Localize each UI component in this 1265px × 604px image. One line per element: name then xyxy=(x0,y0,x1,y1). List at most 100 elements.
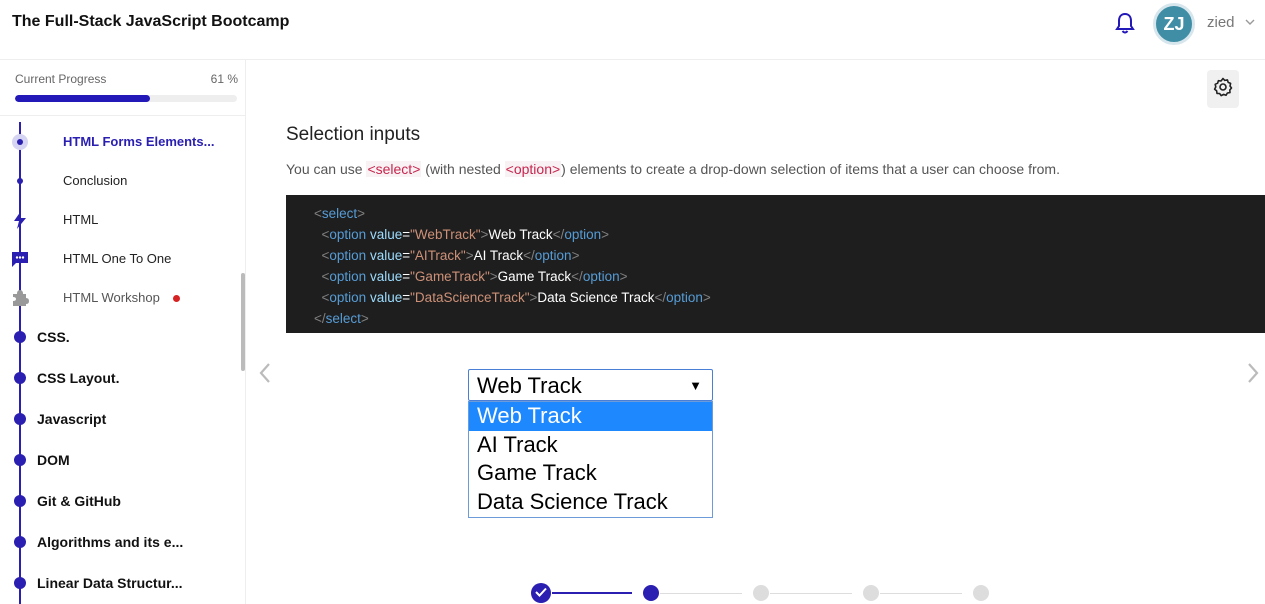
select-option[interactable]: AI Track xyxy=(469,431,712,460)
sidebar-item-label: Conclusion xyxy=(63,173,128,188)
main-content: Selection inputs You can use <select> (w… xyxy=(246,60,1265,604)
sidebar-item-label: HTML One To One xyxy=(63,251,172,266)
code-token: option xyxy=(534,248,572,263)
code-token: option xyxy=(564,227,602,242)
timeline-dot xyxy=(11,574,29,592)
code-line: <option value="WebTrack">Web Track</opti… xyxy=(321,227,609,242)
code-token: value xyxy=(369,269,403,284)
step[interactable] xyxy=(753,585,769,601)
chevron-right-icon[interactable] xyxy=(1246,360,1260,391)
lesson-stepper xyxy=(530,582,1000,604)
progress-bar xyxy=(15,95,237,102)
select-dropdown-list: Web Track AI Track Game Track Data Scien… xyxy=(468,401,713,518)
sidebar-scrollbar[interactable] xyxy=(241,273,245,371)
timeline-dot xyxy=(11,369,29,387)
section-title: Selection inputs xyxy=(286,124,421,145)
sidebar-item-linear-data-structures[interactable]: Linear Data Structur... xyxy=(0,564,240,603)
step-current[interactable] xyxy=(643,585,659,601)
sidebar-item-javascript[interactable]: Javascript xyxy=(0,400,240,439)
timeline-dot xyxy=(11,492,29,510)
sidebar-item-dom[interactable]: DOM xyxy=(0,441,240,480)
section-description: You can use <select> (with nested <optio… xyxy=(286,161,1060,177)
sidebar-item-label: Git & GitHub xyxy=(37,493,121,509)
gear-icon xyxy=(1213,77,1233,102)
track-select[interactable]: Web Track ▼ xyxy=(468,369,713,401)
code-token: "DataScienceTrack" xyxy=(410,290,530,305)
sidebar-item-label: CSS. xyxy=(37,329,70,345)
app-title: The Full-Stack JavaScript Bootcamp xyxy=(12,13,290,30)
code-token: "AITrack" xyxy=(410,248,466,263)
timeline-dot xyxy=(11,410,29,428)
stepper-connector xyxy=(880,593,962,594)
code-token: "WebTrack" xyxy=(410,227,481,242)
code-token: Game Track xyxy=(497,269,572,284)
step[interactable] xyxy=(863,585,879,601)
step-completed[interactable] xyxy=(531,583,551,603)
sidebar-item-label: CSS Layout. xyxy=(37,370,120,386)
timeline-dot xyxy=(11,328,29,346)
code-token: option xyxy=(329,248,367,263)
chat-icon xyxy=(11,250,29,268)
code-token: select xyxy=(325,311,361,326)
progress-bar-fill xyxy=(15,95,151,102)
sidebar-item-label: Javascript xyxy=(37,411,107,427)
code-token: option xyxy=(329,227,367,242)
sidebar-item-git-github[interactable]: Git & GitHub xyxy=(0,482,240,521)
desc-text: ) elements to create a drop-down selecti… xyxy=(561,161,1060,177)
sidebar-item-html[interactable]: HTML xyxy=(0,201,240,240)
sidebar-item-label: HTML Workshop xyxy=(63,290,160,305)
lightning-icon xyxy=(11,211,29,229)
code-token: Data Science Track xyxy=(537,290,655,305)
select-option[interactable]: Game Track xyxy=(469,459,712,488)
select-value: Web Track xyxy=(477,373,582,398)
code-token: option xyxy=(582,269,620,284)
chevron-left-icon[interactable] xyxy=(258,360,272,391)
sidebar-item-html-one-to-one[interactable]: HTML One To One xyxy=(0,240,240,279)
desc-text: (with nested xyxy=(421,161,505,177)
code-block: <select> <option value="WebTrack">Web Tr… xyxy=(286,195,1265,333)
inline-code: <select> xyxy=(366,161,422,177)
code-token: option xyxy=(329,269,367,284)
code-token: value xyxy=(369,227,403,242)
username[interactable]: zied xyxy=(1207,14,1235,31)
sidebar-item-css-layout[interactable]: CSS Layout. xyxy=(0,359,240,398)
progress-value: 61 % xyxy=(210,72,238,86)
notification-dot xyxy=(173,295,180,302)
code-token: "GameTrack" xyxy=(410,269,490,284)
code-token: select xyxy=(321,206,358,221)
timeline-dot xyxy=(11,133,29,151)
settings-button[interactable] xyxy=(1207,70,1239,108)
code-line: <option value="GameTrack">Game Track</op… xyxy=(321,269,628,284)
sidebar-item-label: DOM xyxy=(37,452,70,468)
timeline-dot xyxy=(11,533,29,551)
bell-icon[interactable] xyxy=(1115,12,1135,34)
stepper-connector xyxy=(660,593,742,594)
sidebar-item-html-forms-elements[interactable]: HTML Forms Elements... xyxy=(0,123,240,162)
select-option[interactable]: Web Track xyxy=(469,402,712,431)
sidebar-item-css[interactable]: CSS. xyxy=(0,318,240,357)
sidebar-item-label: HTML Forms Elements... xyxy=(63,134,215,149)
sidebar-item-conclusion[interactable]: Conclusion xyxy=(0,162,240,201)
sidebar-item-html-workshop[interactable]: HTML Workshop xyxy=(0,279,240,318)
select-option[interactable]: Data Science Track xyxy=(469,488,712,517)
code-line: <select> xyxy=(314,206,366,221)
sidebar-item-label: Algorithms and its e... xyxy=(37,534,184,550)
inline-code: <option> xyxy=(504,161,562,177)
code-token: option xyxy=(666,290,703,305)
sidebar-item-label: Linear Data Structur... xyxy=(37,575,183,591)
sidebar: Current Progress 61 % HTML Forms Element… xyxy=(0,60,246,604)
progress-panel: Current Progress 61 % xyxy=(0,60,245,116)
code-line: <option value="AITrack">AI Track</option… xyxy=(321,248,580,263)
avatar[interactable]: ZJ xyxy=(1153,3,1195,45)
puzzle-icon xyxy=(11,289,29,307)
dropdown-arrow-icon: ▼ xyxy=(689,378,702,393)
code-token: option xyxy=(329,290,367,305)
stepper-connector xyxy=(552,592,632,594)
step[interactable] xyxy=(973,585,989,601)
chevron-down-icon[interactable] xyxy=(1245,17,1255,29)
code-token: AI Track xyxy=(473,248,524,263)
check-icon xyxy=(535,584,547,602)
code-token: value xyxy=(369,290,403,305)
timeline-dot xyxy=(11,172,29,190)
sidebar-item-algorithms[interactable]: Algorithms and its e... xyxy=(0,523,240,562)
